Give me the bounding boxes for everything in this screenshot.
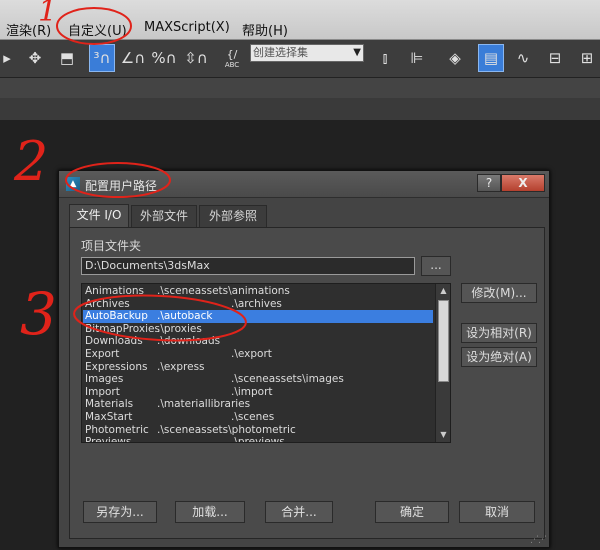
list-item[interactable]: Animations .\sceneassets\animations [83, 285, 433, 298]
path-name: Previews [85, 436, 132, 443]
path-value: .\export [231, 348, 272, 360]
path-name: Export [85, 348, 120, 360]
path-value: .\autoback [157, 310, 213, 323]
menu-help[interactable]: 帮助(H) [242, 20, 288, 39]
path-value: .\sceneassets\photometric [157, 423, 296, 436]
percent-snap-icon[interactable]: %∩ [151, 44, 177, 72]
material-editor-icon[interactable]: ⊞ [574, 44, 600, 72]
path-name: AutoBackup [85, 310, 148, 323]
path-value: .\sceneassets\animations [157, 285, 290, 297]
app-logo-icon: ▲ [66, 177, 80, 191]
path-name: Import [85, 385, 120, 398]
menu-maxscript[interactable]: MAXScript(X) [144, 20, 230, 35]
path-name: Images [85, 373, 124, 386]
menu-customize[interactable]: 自定义(U) [68, 20, 127, 39]
path-value: .\previews [231, 436, 285, 443]
make-absolute-button[interactable]: 设为绝对(A) [461, 347, 537, 367]
scroll-thumb[interactable] [438, 300, 449, 382]
dialog-title: 配置用户路径 [85, 179, 158, 193]
list-item[interactable]: Archives .\archives [83, 298, 433, 311]
path-name: Animations [85, 285, 145, 297]
abc-label: ABC [224, 60, 240, 69]
tab-external-files[interactable]: 外部文件 [131, 205, 197, 227]
edit-named-selection-icon[interactable]: {/ABC [219, 44, 245, 72]
snap-3d-icon[interactable]: ³∩ [89, 44, 115, 72]
list-item[interactable]: Materials .\materiallibraries [83, 398, 433, 411]
path-value: .\sceneassets\images [231, 373, 344, 386]
dialog-titlebar[interactable]: ▲ 配置用户路径 ? X [59, 171, 549, 198]
path-value: .\downloads [157, 335, 221, 348]
tab-xrefs[interactable]: 外部参照 [199, 205, 267, 227]
path-value: .\express [157, 360, 205, 373]
list-item[interactable]: Photometric .\sceneassets\photometric [83, 424, 433, 437]
schematic-view-icon[interactable]: ⊟ [542, 44, 568, 72]
named-selection-set-combo[interactable]: 创建选择集 ▼ [250, 44, 364, 62]
scroll-down-icon[interactable]: ▼ [436, 428, 450, 442]
path-name: Downloads [85, 335, 143, 348]
list-item[interactable]: Export .\export [83, 348, 433, 361]
path-name: Archives [85, 297, 130, 310]
list-scrollbar[interactable]: ▲ ▼ [435, 284, 450, 442]
path-value: .\import [231, 385, 273, 398]
toolbar-edge-icon[interactable]: ▸ [0, 44, 14, 72]
save-as-button[interactable]: 另存为... [83, 501, 157, 523]
toggle-ribbon-icon[interactable]: ▤ [478, 44, 504, 72]
list-item[interactable]: Previews .\previews [83, 436, 433, 443]
layer-manager-icon[interactable]: ◈ [442, 44, 468, 72]
chevron-down-icon: ▼ [353, 47, 361, 58]
mirror-icon[interactable]: ⫾ [372, 44, 398, 72]
list-item[interactable]: Images .\sceneassets\images [83, 373, 433, 386]
ribbon-strip [0, 78, 600, 99]
list-item[interactable]: Downloads .\downloads [83, 335, 433, 348]
list-item[interactable]: BitmapProxies .\proxies [83, 323, 433, 336]
spinner-snap-icon[interactable]: ⇳∩ [183, 44, 209, 72]
list-item[interactable]: Expressions .\express [83, 361, 433, 374]
menu-bar: 渲染(R) 自定义(U) MAXScript(X) 帮助(H) [0, 0, 600, 40]
angle-snap-icon[interactable]: ∠∩ [120, 44, 146, 72]
annotation-mark-3: 3 [20, 280, 57, 348]
path-value: .\materiallibraries [157, 398, 251, 411]
path-name: BitmapProxies [85, 322, 160, 335]
project-folder-label: 项目文件夹 [81, 239, 142, 253]
help-button[interactable]: ? [477, 174, 501, 192]
merge-button[interactable]: 合并... [265, 501, 333, 523]
path-name: Expressions [85, 360, 148, 373]
browse-button[interactable]: ... [421, 256, 451, 276]
ok-button[interactable]: 确定 [375, 501, 449, 523]
annotation-mark-2: 2 [14, 130, 49, 193]
curve-editor-icon[interactable]: ∿ [510, 44, 536, 72]
modify-button[interactable]: 修改(M)... [461, 283, 537, 303]
select-region-icon[interactable]: ⬒ [54, 44, 80, 72]
move-icon[interactable]: ✥ [22, 44, 48, 72]
path-name: MaxStart [85, 411, 133, 423]
annotation-mark-1: 1 [38, 0, 58, 29]
named-selection-set-text: 创建选择集 [253, 46, 308, 59]
configure-user-paths-dialog: ▲ 配置用户路径 ? X 文件 I/O 外部文件 外部参照 项目文件夹 D:\D… [58, 170, 550, 548]
align-icon[interactable]: ⊫ [404, 44, 430, 72]
list-item[interactable]: Import .\import [83, 386, 433, 399]
ribbon-strip-lower [0, 98, 600, 122]
path-value: .\proxies [157, 322, 202, 335]
cancel-button[interactable]: 取消 [459, 501, 535, 523]
close-button[interactable]: X [501, 174, 545, 192]
path-value: .\scenes [231, 411, 275, 423]
list-item[interactable]: AutoBackup .\autoback [83, 310, 433, 323]
path-value: .\archives [231, 297, 282, 310]
scroll-up-icon[interactable]: ▲ [436, 284, 450, 298]
make-relative-button[interactable]: 设为相对(R) [461, 323, 537, 343]
load-button[interactable]: 加载... [175, 501, 245, 523]
path-list[interactable]: Previews .\previews Photometric .\sceneasse… [81, 283, 451, 443]
tab-file-io[interactable]: 文件 I/O [69, 204, 129, 228]
list-item[interactable]: MaxStart .\scenes [83, 411, 433, 424]
path-name: Materials [85, 398, 134, 411]
resize-grip-icon[interactable]: ⋰⋰ [530, 535, 547, 545]
path-name: Photometric [85, 423, 149, 436]
project-folder-field[interactable]: D:\Documents\3dsMax [81, 257, 415, 275]
